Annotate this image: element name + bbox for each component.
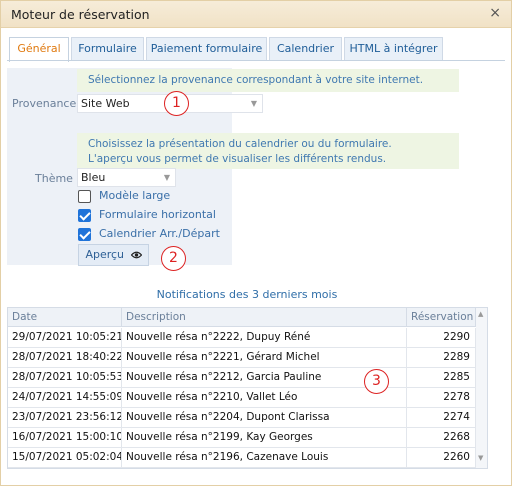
table-row[interactable]: 16/07/2021 15:00:10 Nouvelle résa n°2199…	[8, 428, 476, 448]
tab-formulaire[interactable]: Formulaire	[71, 37, 144, 61]
callout-marker-2: 2	[161, 246, 186, 271]
date-cell: 28/07/2021 10:05:53	[8, 368, 122, 388]
description-cell: Nouvelle résa n°2196, Cazenave Louis	[122, 448, 407, 468]
theme-help-line2: L'aperçu vous permet de visualiser les d…	[88, 153, 387, 165]
column-header-description[interactable]: Description	[122, 308, 407, 327]
tab-general[interactable]: Général	[9, 37, 69, 62]
close-icon[interactable]: ×	[489, 5, 501, 21]
table-header: Date Description Réservation	[8, 308, 487, 327]
date-cell: 15/07/2021 05:02:04	[8, 448, 122, 468]
theme-select[interactable]: Bleu ▼	[77, 168, 176, 187]
reservation-cell: 2285	[407, 368, 476, 388]
table-row[interactable]: 15/07/2021 05:02:04 Nouvelle résa n°2196…	[8, 448, 476, 468]
modele-large-checkbox[interactable]	[78, 190, 91, 203]
scroll-up-icon[interactable]: ▲	[478, 310, 483, 318]
table-row[interactable]: 23/07/2021 23:56:12 Nouvelle résa n°2204…	[8, 408, 476, 428]
apercu-button[interactable]: Aperçu	[78, 244, 149, 266]
table-row[interactable]: 28/07/2021 18:40:22 Nouvelle résa n°2221…	[8, 348, 476, 368]
calendrier-arr-depart-label[interactable]: Calendrier Arr./Départ	[99, 227, 220, 240]
column-header-date[interactable]: Date	[8, 308, 122, 327]
callout-marker-1: 1	[164, 91, 189, 116]
reservation-cell: 2274	[407, 408, 476, 428]
table-row[interactable]: 29/07/2021 10:05:21 Nouvelle résa n°2222…	[8, 328, 476, 348]
date-cell: 29/07/2021 10:05:21	[8, 328, 122, 348]
apercu-label: Aperçu	[85, 248, 125, 261]
reservation-cell: 2278	[407, 388, 476, 408]
table-scrollbar[interactable]: ▲ ▼	[476, 308, 487, 468]
reservation-cell: 2268	[407, 428, 476, 448]
description-cell: Nouvelle résa n°2221, Gérard Michel	[122, 348, 407, 368]
description-cell: Nouvelle résa n°2222, Dupuy Réné	[122, 328, 407, 348]
callout-marker-3: 3	[364, 369, 389, 394]
tab-paiement-formulaire[interactable]: Paiement formulaire	[146, 37, 267, 61]
table-row[interactable]: 28/07/2021 10:05:53 Nouvelle résa n°2212…	[8, 368, 476, 388]
scroll-down-icon[interactable]: ▼	[478, 454, 483, 462]
calendrier-arr-depart-checkbox[interactable]	[78, 228, 91, 241]
description-cell: Nouvelle résa n°2204, Dupont Clarissa	[122, 408, 407, 428]
formulaire-horizontal-label[interactable]: Formulaire horizontal	[99, 208, 216, 221]
theme-value: Bleu	[81, 171, 106, 184]
reservation-cell: 2290	[407, 328, 476, 348]
theme-label: Thème	[35, 172, 73, 185]
chevron-down-icon: ▼	[250, 99, 257, 108]
tab-html-a-integrer[interactable]: HTML à intégrer	[344, 37, 443, 61]
date-cell: 28/07/2021 18:40:22	[8, 348, 122, 368]
provenance-label: Provenance	[12, 97, 77, 110]
title-bar: Moteur de réservation ×	[1, 1, 511, 28]
booking-engine-dialog: Moteur de réservation × Général Formulai…	[0, 0, 512, 486]
column-header-reservation[interactable]: Réservation	[407, 308, 476, 327]
provenance-value: Site Web	[81, 97, 130, 110]
chevron-down-icon: ▼	[163, 173, 170, 182]
provenance-help: Sélectionnez la provenance correspondant…	[77, 69, 459, 92]
date-cell: 23/07/2021 23:56:12	[8, 408, 122, 428]
eye-icon	[130, 251, 142, 259]
tab-calendrier[interactable]: Calendrier	[269, 37, 342, 61]
description-cell: Nouvelle résa n°2210, Vallet Léo	[122, 388, 407, 408]
date-cell: 16/07/2021 15:00:10	[8, 428, 122, 448]
date-cell: 24/07/2021 14:55:09	[8, 388, 122, 408]
modele-large-label[interactable]: Modèle large	[99, 189, 170, 202]
description-cell: Nouvelle résa n°2199, Kay Georges	[122, 428, 407, 448]
formulaire-horizontal-checkbox[interactable]	[78, 209, 91, 222]
tab-underline	[7, 60, 505, 61]
notifications-title: Notifications des 3 derniers mois	[156, 288, 338, 301]
notifications-table: Date Description Réservation 29/07/2021 …	[7, 307, 488, 469]
reservation-cell: 2289	[407, 348, 476, 368]
reservation-cell: 2260	[407, 448, 476, 468]
theme-help: Choisissez la présentation du calendrier…	[77, 133, 459, 169]
theme-help-line1: Choisissez la présentation du calendrier…	[88, 138, 392, 150]
window-title: Moteur de réservation	[11, 7, 150, 22]
table-row[interactable]: 24/07/2021 14:55:09 Nouvelle résa n°2210…	[8, 388, 476, 408]
